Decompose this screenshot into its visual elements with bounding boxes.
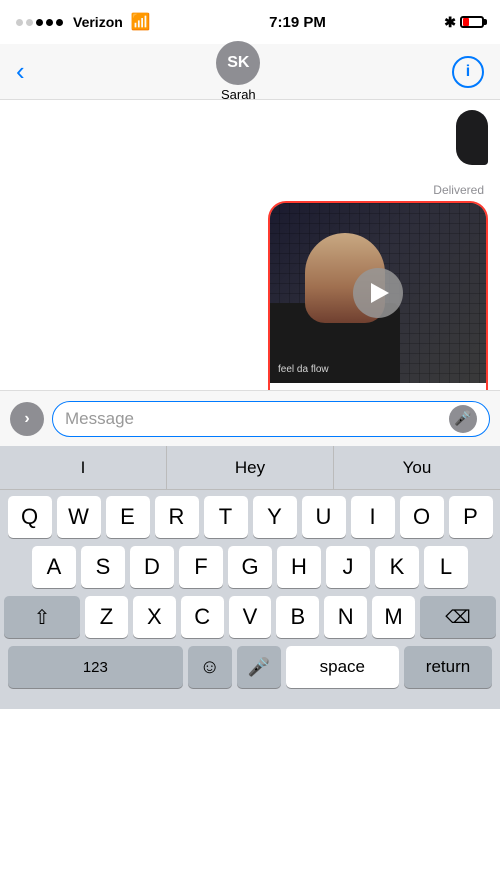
received-bubble-container: [12, 110, 488, 173]
sent-bubble-container: Delivered feel da flow: [12, 183, 488, 390]
emoji-icon: ☺: [199, 656, 219, 679]
suggestion-hey[interactable]: Hey: [167, 446, 334, 489]
key-w[interactable]: W: [57, 496, 101, 538]
key-v[interactable]: V: [229, 596, 272, 638]
key-f[interactable]: F: [179, 546, 223, 588]
link-info[interactable]: We're adding More Cowbell youtube.com ›: [270, 383, 486, 390]
battery-fill: [463, 18, 469, 26]
nav-bar: ‹ SK Sarah i: [0, 44, 500, 100]
message-input-wrap[interactable]: Message 🎤: [52, 401, 490, 437]
video-preview[interactable]: feel da flow: [270, 203, 486, 383]
key-row-3: ⇧ Z X C V B N M ⌫: [4, 596, 496, 638]
watermark: feel da flow: [278, 364, 329, 375]
bluetooth-icon: ✱: [444, 14, 456, 31]
key-r[interactable]: R: [155, 496, 199, 538]
keyboard: I Hey You Q W E R T Y U I O P A S D F: [0, 446, 500, 709]
status-time: 7:19 PM: [269, 14, 326, 31]
backspace-key[interactable]: ⌫: [420, 596, 496, 638]
key-c[interactable]: C: [181, 596, 224, 638]
key-d[interactable]: D: [130, 546, 174, 588]
dot-4: [46, 19, 53, 26]
avatar: SK: [216, 41, 260, 85]
key-row-2: A S D F G H J K L: [4, 546, 496, 588]
info-button[interactable]: i: [452, 56, 484, 88]
messages-area: Delivered feel da flow: [0, 100, 500, 390]
back-button[interactable]: ‹: [16, 56, 25, 87]
key-z[interactable]: Z: [85, 596, 128, 638]
key-return[interactable]: return: [404, 646, 492, 688]
avatar-initials: SK: [227, 54, 249, 72]
status-left: Verizon 📶: [16, 12, 151, 32]
sent-bubble[interactable]: feel da flow We're adding More Cowbell y…: [268, 201, 488, 390]
nav-center[interactable]: SK Sarah: [216, 41, 260, 102]
shift-icon: ⇧: [34, 605, 51, 630]
key-t[interactable]: T: [204, 496, 248, 538]
input-bar: › Message 🎤: [0, 390, 500, 446]
key-numbers[interactable]: 123: [8, 646, 183, 688]
play-icon: [371, 283, 389, 303]
back-chevron-icon: ‹: [16, 56, 25, 87]
key-n[interactable]: N: [324, 596, 367, 638]
keys-area: Q W E R T Y U I O P A S D F G H J K L ⇧: [0, 490, 500, 690]
key-mic[interactable]: 🎤: [237, 646, 281, 688]
dot-1: [16, 19, 23, 26]
key-o[interactable]: O: [400, 496, 444, 538]
play-button[interactable]: [353, 268, 403, 318]
status-right: ✱: [444, 14, 484, 31]
key-h[interactable]: H: [277, 546, 321, 588]
key-g[interactable]: G: [228, 546, 272, 588]
key-u[interactable]: U: [302, 496, 346, 538]
key-k[interactable]: K: [375, 546, 419, 588]
wifi-icon: 📶: [131, 12, 151, 32]
received-bubble: [456, 110, 488, 165]
suggestion-i[interactable]: I: [0, 446, 167, 489]
key-s[interactable]: S: [81, 546, 125, 588]
signal-dots: [16, 19, 63, 26]
dot-3: [36, 19, 43, 26]
key-l[interactable]: L: [424, 546, 468, 588]
delivered-label: Delivered: [433, 183, 488, 197]
message-placeholder[interactable]: Message: [65, 409, 449, 429]
status-bar: Verizon 📶 7:19 PM ✱: [0, 0, 500, 44]
key-i[interactable]: I: [351, 496, 395, 538]
key-row-1: Q W E R T Y U I O P: [4, 496, 496, 538]
dot-5: [56, 19, 63, 26]
key-y[interactable]: Y: [253, 496, 297, 538]
key-space[interactable]: space: [286, 646, 399, 688]
key-emoji[interactable]: ☺: [188, 646, 232, 688]
suggestion-you[interactable]: You: [334, 446, 500, 489]
keyboard-mic-icon: 🎤: [247, 657, 269, 678]
info-icon: i: [466, 63, 470, 81]
dot-2: [26, 19, 33, 26]
key-q[interactable]: Q: [8, 496, 52, 538]
shift-key[interactable]: ⇧: [4, 596, 80, 638]
key-x[interactable]: X: [133, 596, 176, 638]
key-m[interactable]: M: [372, 596, 415, 638]
key-row-bottom: 123 ☺ 🎤 space return: [4, 646, 496, 688]
mic-button[interactable]: 🎤: [449, 405, 477, 433]
microphone-icon: 🎤: [454, 410, 471, 427]
key-p[interactable]: P: [449, 496, 493, 538]
key-j[interactable]: J: [326, 546, 370, 588]
backspace-icon: ⌫: [445, 607, 470, 628]
key-a[interactable]: A: [32, 546, 76, 588]
suggestions-bar: I Hey You: [0, 446, 500, 490]
battery-indicator: [460, 16, 484, 28]
key-b[interactable]: B: [276, 596, 319, 638]
key-e[interactable]: E: [106, 496, 150, 538]
expand-icon: ›: [24, 410, 29, 428]
carrier-label: Verizon: [73, 14, 123, 30]
expand-button[interactable]: ›: [10, 402, 44, 436]
